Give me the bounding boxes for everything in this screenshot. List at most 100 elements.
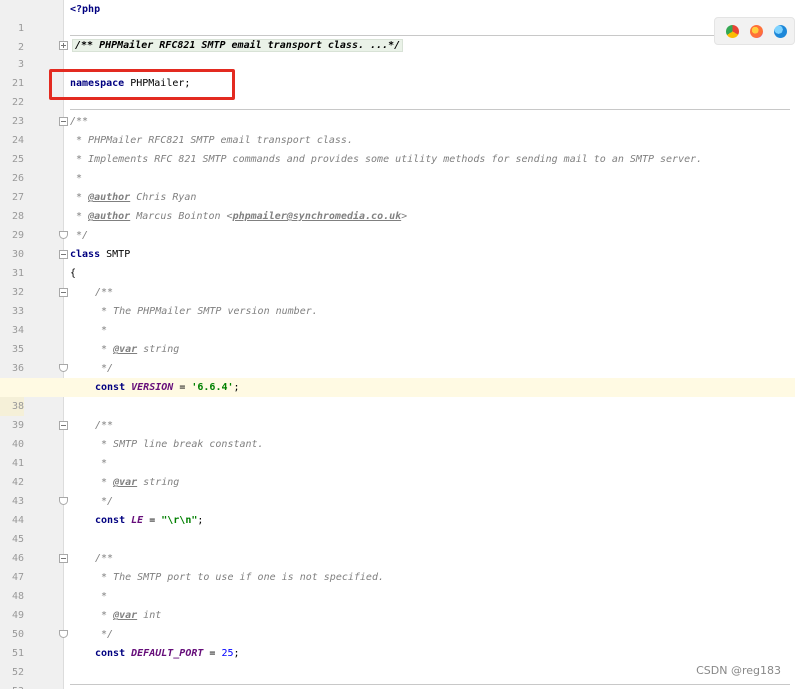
firefox-icon[interactable] bbox=[750, 25, 763, 38]
code-line[interactable]: 1 <?php bbox=[0, 0, 795, 34]
code-line[interactable]: 28 * @author Chris Ryan bbox=[0, 188, 795, 222]
code-line[interactable]: 26 * Implements RFC 821 SMTP commands an… bbox=[0, 150, 795, 184]
doc-comment: */ bbox=[70, 230, 89, 241]
code-line[interactable]: 33 /** bbox=[0, 283, 795, 317]
doc-comment: /** bbox=[70, 116, 89, 127]
brace: { bbox=[70, 268, 77, 279]
code-line[interactable]: 46 bbox=[0, 530, 795, 564]
fold-end-icon[interactable] bbox=[59, 630, 68, 638]
author-name: Marcus Bointon < bbox=[130, 211, 233, 222]
class-keyword: class bbox=[70, 249, 101, 260]
author-close: > bbox=[401, 211, 408, 222]
php-open-tag: <?php bbox=[70, 4, 101, 15]
code-line[interactable]: 42 * bbox=[0, 454, 795, 488]
fold-end-icon[interactable] bbox=[59, 231, 68, 239]
code-line[interactable]: 40 /** bbox=[0, 416, 795, 450]
doc-comment: /** bbox=[95, 420, 114, 431]
code-line[interactable]: 24 /** bbox=[0, 112, 795, 146]
doc-comment: /** bbox=[95, 553, 114, 564]
doc-comment: * The PHPMailer SMTP version number. bbox=[95, 306, 318, 317]
var-tag: @var bbox=[113, 610, 138, 621]
code-line[interactable]: 52 const DEFAULT_PORT = 25; bbox=[0, 644, 795, 678]
code-line[interactable]: 36 * @var string bbox=[0, 340, 795, 374]
author-email-link[interactable]: phpmailer@synchromedia.co.uk bbox=[233, 211, 402, 222]
code-line[interactable]: 49 * bbox=[0, 587, 795, 621]
doc-comment: * bbox=[95, 458, 108, 469]
code-line[interactable]: 50 * @var int bbox=[0, 606, 795, 640]
const-keyword: const bbox=[95, 515, 126, 526]
var-tag: @var bbox=[113, 344, 138, 355]
code-line[interactable]: 43 * @var string bbox=[0, 473, 795, 507]
code-line[interactable]: 53 bbox=[0, 663, 795, 689]
doc-prefix: * bbox=[95, 610, 114, 621]
collapse-fold-icon[interactable] bbox=[59, 554, 68, 563]
var-type: string bbox=[137, 477, 180, 488]
var-type: string bbox=[137, 344, 180, 355]
code-line[interactable]: 41 * SMTP line break constant. bbox=[0, 435, 795, 469]
code-editor[interactable]: 1 <?php 2 3 /** PHPMailer RFC821 SMTP em… bbox=[0, 0, 795, 689]
line-number: 53 bbox=[0, 682, 24, 689]
code-line[interactable]: 48 * The SMTP port to use if one is not … bbox=[0, 568, 795, 602]
collapse-fold-icon[interactable] bbox=[59, 250, 68, 259]
collapse-fold-icon[interactable] bbox=[59, 117, 68, 126]
collapse-fold-icon[interactable] bbox=[59, 421, 68, 430]
doc-prefix: * bbox=[95, 344, 114, 355]
fold-end-icon[interactable] bbox=[59, 364, 68, 372]
doc-comment: /** bbox=[95, 287, 114, 298]
browser-preview-icons bbox=[714, 17, 795, 45]
doc-comment: * Implements RFC 821 SMTP commands and p… bbox=[70, 154, 703, 165]
doc-comment: * PHPMailer RFC821 SMTP email transport … bbox=[70, 135, 353, 146]
doc-prefix: * bbox=[95, 477, 114, 488]
constant-name: DEFAULT_PORT bbox=[131, 648, 204, 659]
code-line[interactable]: 34 * The PHPMailer SMTP version number. bbox=[0, 302, 795, 336]
doc-comment: * bbox=[70, 173, 83, 184]
code-line[interactable]: 47 /** bbox=[0, 549, 795, 583]
doc-comment: * bbox=[95, 591, 108, 602]
string-literal: '6.6.4' bbox=[191, 382, 234, 393]
current-code-line[interactable]: 38 const VERSION = '6.6.4'; bbox=[0, 378, 795, 416]
doc-comment: */ bbox=[95, 363, 114, 374]
code-line[interactable]: 30 */ bbox=[0, 226, 795, 260]
code-line[interactable]: 35 * bbox=[0, 321, 795, 355]
doc-comment: */ bbox=[95, 629, 114, 640]
code-line[interactable]: 39 bbox=[0, 397, 795, 431]
highlight-annotation-box bbox=[49, 69, 235, 100]
method-separator bbox=[70, 684, 790, 685]
edge-icon[interactable] bbox=[774, 25, 787, 38]
doc-comment: * The SMTP port to use if one is not spe… bbox=[95, 572, 384, 583]
code-line[interactable]: 51 */ bbox=[0, 625, 795, 659]
code-line[interactable]: 32 { bbox=[0, 264, 795, 298]
expand-fold-icon[interactable] bbox=[59, 41, 68, 50]
folded-docblock[interactable]: /** PHPMailer RFC821 SMTP email transpor… bbox=[72, 39, 404, 52]
var-tag: @var bbox=[113, 477, 138, 488]
doc-comment: */ bbox=[95, 496, 114, 507]
code-line[interactable]: 31 class SMTP bbox=[0, 245, 795, 279]
code-line[interactable]: 29 * @author Marcus Bointon <phpmailer@s… bbox=[0, 207, 795, 241]
doc-prefix: * bbox=[70, 211, 89, 222]
const-keyword: const bbox=[95, 648, 126, 659]
doc-prefix: * bbox=[70, 192, 89, 203]
code-line[interactable]: 44 */ bbox=[0, 492, 795, 526]
constant-name: VERSION bbox=[131, 382, 174, 393]
code-line[interactable]: 45 const LE = "\r\n"; bbox=[0, 511, 795, 545]
class-name: SMTP bbox=[100, 249, 131, 260]
fold-end-icon[interactable] bbox=[59, 497, 68, 505]
doc-comment: * SMTP line break constant. bbox=[95, 439, 264, 450]
number-literal: 25 bbox=[221, 648, 234, 659]
watermark: CSDN @reg183 bbox=[696, 664, 781, 677]
constant-name: LE bbox=[131, 515, 144, 526]
code-line[interactable]: 27 * bbox=[0, 169, 795, 203]
author-tag: @author bbox=[88, 192, 131, 203]
var-type: int bbox=[137, 610, 162, 621]
code-line[interactable]: 3 /** PHPMailer RFC821 SMTP email transp… bbox=[0, 36, 795, 70]
collapse-fold-icon[interactable] bbox=[59, 288, 68, 297]
code-line[interactable]: 25 * PHPMailer RFC821 SMTP email transpo… bbox=[0, 131, 795, 165]
method-separator bbox=[70, 109, 790, 110]
code-line[interactable]: 37 */ bbox=[0, 359, 795, 393]
string-literal: "\r\n" bbox=[161, 515, 198, 526]
doc-comment: * bbox=[95, 325, 108, 336]
author-tag: @author bbox=[88, 211, 131, 222]
const-keyword: const bbox=[95, 382, 126, 393]
chrome-icon[interactable] bbox=[726, 25, 739, 38]
author-name: Chris Ryan bbox=[130, 192, 197, 203]
